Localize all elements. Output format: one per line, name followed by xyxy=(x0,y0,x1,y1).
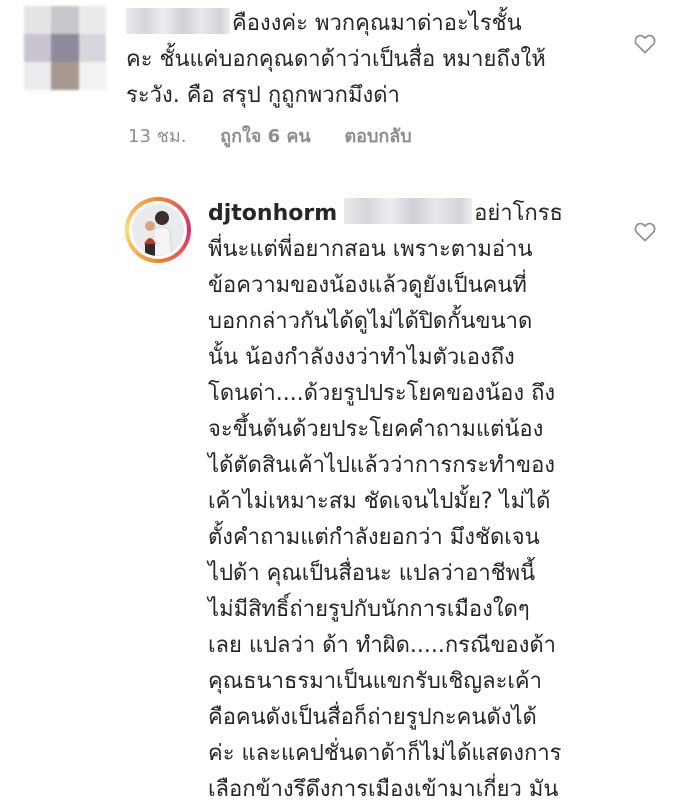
comment-2-line: นั้น น้องกำลังงงว่าทำไมตัวเองถึง xyxy=(208,345,515,370)
username-link[interactable]: djtonhorm xyxy=(208,201,337,226)
comment-1-meta: 13 ชม. ถูกใจ 6 คน ตอบกลับ xyxy=(128,121,440,150)
comment-2-line: เลย แปลว่า ด้า ทำผิด.....กรณีของด้า xyxy=(208,633,557,658)
story-ring-avatar[interactable] xyxy=(125,197,191,263)
blurred-username xyxy=(126,8,230,34)
comment-2-line: คุณธนาธรมาเป็นแขกรับเชิญละเค้า xyxy=(208,669,542,694)
avatar xyxy=(132,204,184,256)
comment-2-line: ไม่มีสิทธิ์ถ่ายรูปกับนักการเมืองใดๆ xyxy=(208,597,530,622)
comment-1-text: คืองงค่ะ พวกคุณมาด่าอะไรชั้น คะ ชั้นแค่บ… xyxy=(126,6,546,114)
comment-1-line-2: คะ ชั้นแค่บอกคุณดาด้าว่าเป็นสื่อ หมายถึง… xyxy=(126,47,546,72)
heart-outline-icon[interactable] xyxy=(634,222,656,242)
likes-count-button[interactable]: ถูกใจ 6 คน xyxy=(220,126,311,147)
comment-2-line: พี่นะแต่พี่อยากสอน เพราะตามอ่าน xyxy=(208,237,533,262)
comment-1-line-1: คืองงค่ะ พวกคุณมาด่าอะไรชั้น xyxy=(126,6,546,42)
reply-button[interactable]: ตอบกลับ xyxy=(344,126,411,147)
comment-2-line: โดนด่า....ด้วยรูปประโยคของน้อง ถึง xyxy=(208,381,556,406)
comment-2-line: ข้อความของน้องแล้วดูยังเป็นคนที่ xyxy=(208,273,527,298)
blurred-avatar[interactable] xyxy=(24,6,106,90)
comment-2-line: คือคนดังเป็นสื่อก็ถ่ายรูปกะคนดังได้ xyxy=(208,705,537,730)
blurred-mention xyxy=(344,198,473,224)
comment-timestamp: 13 ชม. xyxy=(128,126,187,147)
comment-2-line: ค่ะ และแคปชั่นดาด้าก็ไม่ได้แสดงการ xyxy=(208,741,562,766)
avatar-photo-icon xyxy=(132,204,184,256)
comment-2-line: ได้ตัดสินเค้าไปแล้วว่าการกระทำของ xyxy=(208,453,556,478)
comment-2-line: เค้าไม่เหมาะสม ชัดเจนไปมั้ย? ไม่ได้ xyxy=(208,489,551,514)
comment-2-line: ตั้งคำถามแต่กำลังยอกว่า มึงชัดเจน xyxy=(208,525,540,550)
comment-2-line: ไปด้า คุณเป็นสื่อนะ แปลว่าอาชีพนี้ xyxy=(208,561,536,586)
comment-2-line: จะขึ้นต้นด้วยประโยคคำถามแต่น้อง xyxy=(208,417,544,442)
comment-2-line: เลือกข้างรึดึงการเมืองเข้ามาเกี่ยว มัน xyxy=(208,777,559,802)
comment-1-line-3: ระวัง. คือ สรุป กูถูกพวกมึงด่า xyxy=(126,83,400,108)
comment-2-line-1: djtonhorm อย่าโกรธ xyxy=(208,196,563,232)
comment-2-text: djtonhorm อย่าโกรธ พี่นะแต่พี่อยากสอน เพ… xyxy=(208,196,563,808)
heart-outline-icon[interactable] xyxy=(634,34,656,54)
comment-2-line: บอกกล่าวกันได้ดูไม่ได้ปิดกั้นขนาด xyxy=(208,309,533,334)
